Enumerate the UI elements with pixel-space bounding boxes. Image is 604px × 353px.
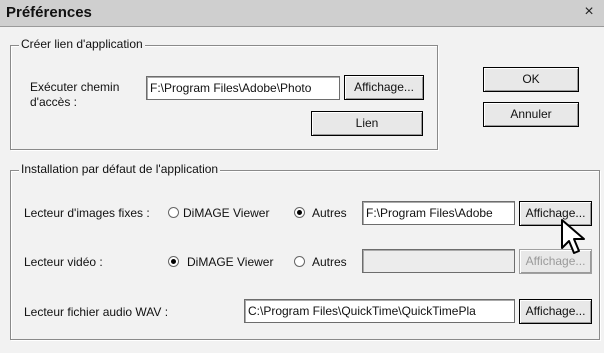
video-dimage-radio[interactable]	[168, 256, 179, 267]
still-other-label[interactable]: Autres	[312, 206, 347, 220]
still-dimage-label[interactable]: DiMAGE Viewer	[183, 206, 269, 220]
cancel-button[interactable]: Annuler	[483, 102, 579, 127]
close-icon[interactable]: ×	[580, 3, 598, 21]
video-dimage-label[interactable]: DiMAGE Viewer	[187, 255, 273, 269]
audio-player-label: Lecteur fichier audio WAV :	[24, 305, 169, 319]
link-button[interactable]: Lien	[311, 111, 423, 136]
app-link-legend: Créer lien d'application	[19, 37, 145, 51]
exec-path-field[interactable]: F:\Program Files\Adobe\Photo	[146, 76, 340, 100]
video-other-radio[interactable]	[294, 256, 305, 267]
video-other-label[interactable]: Autres	[312, 255, 347, 269]
video-path-field	[362, 249, 515, 273]
exec-path-browse-button[interactable]: Affichage...	[344, 75, 424, 100]
still-dimage-radio[interactable]	[168, 207, 179, 218]
still-path-field[interactable]: F:\Program Files\Adobe	[362, 201, 515, 225]
still-other-radio[interactable]	[294, 207, 305, 218]
ok-button[interactable]: OK	[483, 67, 579, 92]
title-bar: Préférences ×	[0, 0, 604, 27]
exec-path-label-line2: d'accès :	[30, 95, 77, 109]
default-apps-legend: Installation par défaut de l'application	[19, 162, 221, 176]
audio-browse-button[interactable]: Affichage...	[519, 299, 592, 324]
default-apps-group: Installation par défaut de l'application…	[10, 162, 600, 340]
still-player-label: Lecteur d'images fixes :	[24, 206, 150, 220]
audio-path-field[interactable]: C:\Program Files\QuickTime\QuickTimePla	[244, 299, 515, 323]
window-title: Préférences	[6, 4, 92, 21]
app-link-group: Créer lien d'application Exécuter chemin…	[10, 37, 438, 150]
exec-path-label-line1: Exécuter chemin	[30, 80, 120, 94]
video-player-label: Lecteur vidéo :	[24, 255, 103, 269]
mouse-pointer-icon	[561, 219, 585, 254]
